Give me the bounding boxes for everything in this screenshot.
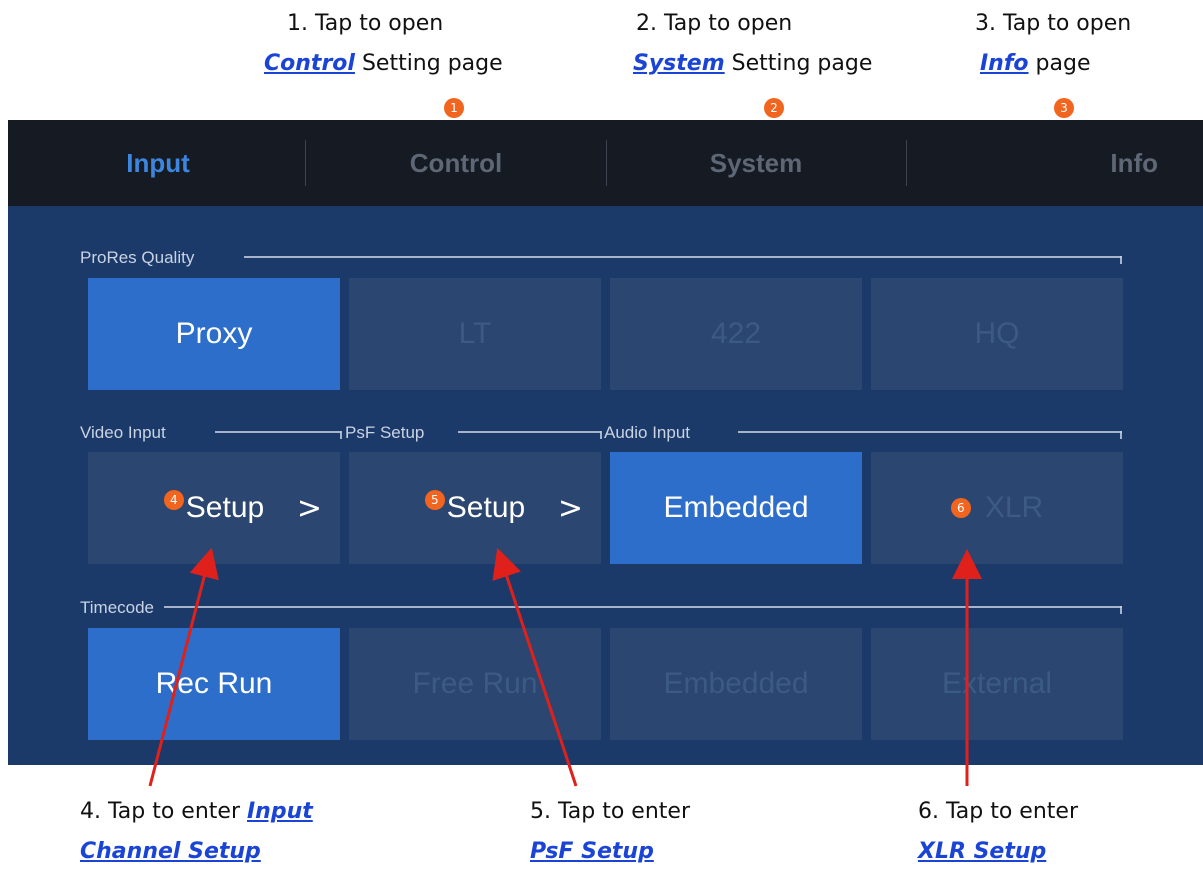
callout-input-channel: 4. Tap to enter Input Channel Setup (80, 792, 313, 872)
callout-xlr-line1: 6. Tap to enter (918, 799, 1078, 824)
callout-xlr: 6. Tap to enter XLR Setup (918, 792, 1078, 872)
arrow-to-video-input-setup (148, 547, 219, 787)
psf-setup-link[interactable]: PsF Setup (530, 839, 654, 864)
annotation-arrows (148, 547, 982, 787)
callout-input-line1: 4. Tap to enter (80, 799, 247, 824)
callout-psf-line1: 5. Tap to enter (530, 799, 690, 824)
callout-psf: 5. Tap to enter PsF Setup (530, 792, 690, 872)
xlr-setup-link[interactable]: XLR Setup (918, 839, 1046, 864)
channel-setup-link[interactable]: Channel Setup (80, 839, 261, 864)
arrow-to-psf-setup (492, 547, 578, 787)
input-link[interactable]: Input (247, 799, 313, 824)
